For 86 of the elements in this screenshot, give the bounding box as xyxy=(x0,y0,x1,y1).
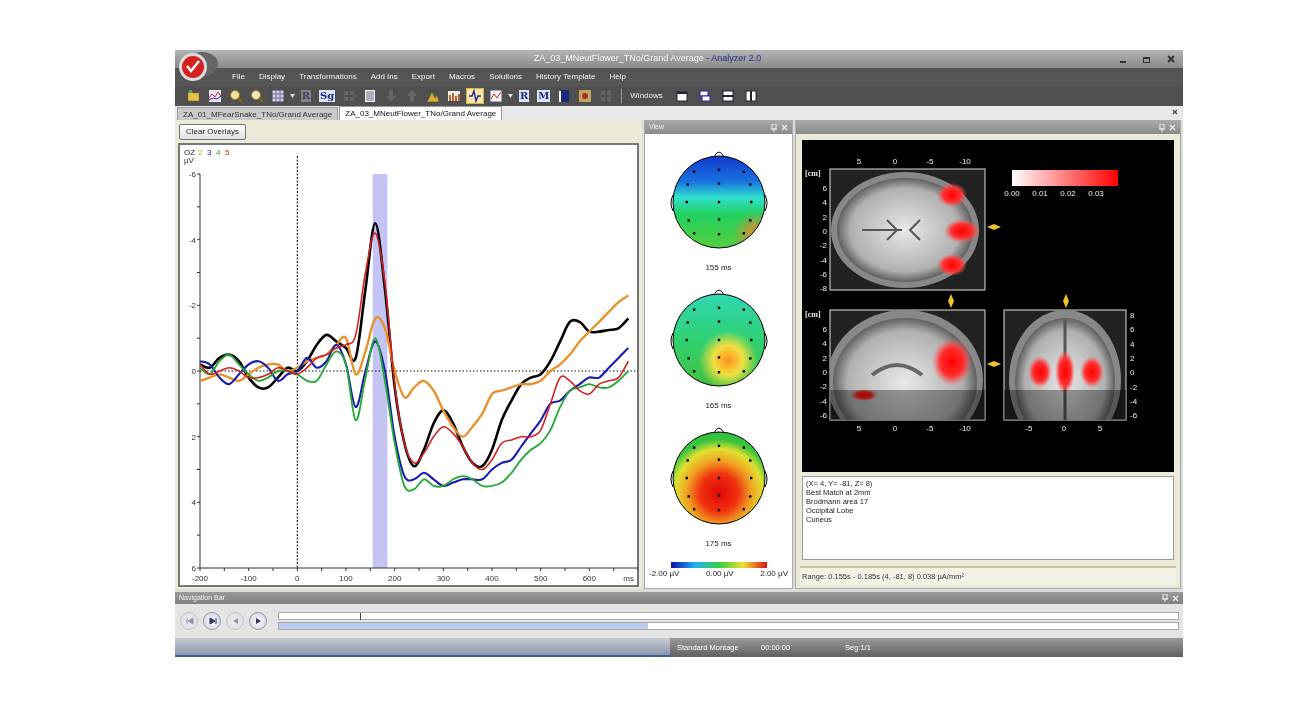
document-tab[interactable]: ZA_01_MFearSnake_TNo/Grand Average xyxy=(177,107,339,120)
map-time-label: 155 ms xyxy=(704,262,733,274)
scale-label: 0.03 xyxy=(1088,189,1104,198)
scale-label: 0.00 µV xyxy=(705,568,734,580)
y-tick-label: -6 xyxy=(819,269,827,279)
scale-label: 0.01 xyxy=(1032,189,1048,198)
clear-overlays-button[interactable]: Clear Overlays xyxy=(179,124,246,140)
y-tick-label: 0 xyxy=(1130,368,1135,378)
menu-item[interactable]: Display xyxy=(251,71,293,83)
y-tick-label: 2 xyxy=(191,432,196,442)
x-tick-label: 400 xyxy=(485,574,499,583)
y-tick-label: -8 xyxy=(819,284,827,294)
legend-label: 2 xyxy=(198,148,203,157)
x-tick-label: -5 xyxy=(926,157,934,166)
y-tick-label: 8 xyxy=(1130,311,1135,320)
legend-label: 3 xyxy=(207,148,212,157)
y-tick-label: -4 xyxy=(819,396,827,406)
x-tick-label: 200 xyxy=(388,574,402,583)
y-tick-label: 6 xyxy=(822,184,827,193)
menu-item[interactable]: Export xyxy=(404,71,442,83)
window-title: ZA_03_MNeutFlower_TNo/Grand Average - Analyzer 2.0 xyxy=(532,52,763,66)
x-tick-label: -10 xyxy=(959,157,971,166)
y-tick-label: 4 xyxy=(822,339,827,349)
y-tick-label: 4 xyxy=(191,498,196,508)
unit-label: [cm] xyxy=(805,169,821,178)
map-time-label: 165 ms xyxy=(704,400,733,412)
menu-item[interactable]: Solutions xyxy=(482,71,530,83)
y-tick-label: -4 xyxy=(1130,396,1138,406)
document-tab[interactable]: ZA_03_MNeutFlower_TNo/Grand Average xyxy=(339,106,503,120)
toolbar-letter-button[interactable]: M xyxy=(535,88,553,104)
x-axis-label: ms xyxy=(623,574,634,583)
x-tick-label: 5 xyxy=(1097,424,1103,433)
y-axis-label: µV xyxy=(184,156,194,165)
x-tick-label: 0 xyxy=(295,574,300,583)
menu-item[interactable]: Macros xyxy=(441,71,483,83)
x-tick-label: -5 xyxy=(926,424,934,433)
scale-label: -2.00 µV xyxy=(649,568,680,580)
y-tick-label: -2 xyxy=(1130,382,1138,392)
y-tick-label: 6 xyxy=(822,325,827,334)
scale-label: 0.02 xyxy=(1060,189,1076,198)
y-tick-label: 2 xyxy=(822,353,827,363)
y-tick-label: 4 xyxy=(1130,339,1135,349)
menu-item[interactable]: Transformations xyxy=(292,71,364,83)
y-tick-label: -2 xyxy=(188,301,196,311)
x-tick-label: 300 xyxy=(436,574,450,583)
x-tick-label: 500 xyxy=(534,574,548,583)
y-tick-label: -2 xyxy=(819,241,827,251)
x-tick-label: 5 xyxy=(856,157,862,166)
x-tick-label: 0 xyxy=(892,157,898,166)
x-tick-label: -200 xyxy=(192,574,208,583)
y-tick-label: -6 xyxy=(188,170,196,179)
x-tick-label: 5 xyxy=(856,424,862,433)
scale-label: 2.00 µV xyxy=(760,568,788,580)
x-tick-label: -10 xyxy=(959,424,971,433)
toolbar-letter-button[interactable]: R xyxy=(516,88,533,104)
unit-label: [cm] xyxy=(805,310,821,319)
legend-label: 5 xyxy=(225,148,230,157)
y-tick-label: 0 xyxy=(191,367,196,376)
y-tick-label: 0 xyxy=(822,226,827,236)
y-tick-label: 2 xyxy=(1130,353,1135,363)
legend-label: 4 xyxy=(216,148,221,157)
y-tick-label: 6 xyxy=(1130,325,1135,335)
map-time-label: 175 ms xyxy=(704,538,733,550)
toolbar-letter-button[interactable]: Sg xyxy=(317,88,338,104)
y-tick-label: 0 xyxy=(822,367,827,377)
y-tick-label: 4 xyxy=(822,198,827,208)
menu-item[interactable]: Add Ins xyxy=(363,71,405,83)
menu-item[interactable]: Help xyxy=(602,71,633,83)
y-tick-label: -2 xyxy=(819,382,827,392)
y-tick-label: 2 xyxy=(822,212,827,222)
menu-item[interactable]: History Template xyxy=(529,71,603,83)
x-tick-label: 0 xyxy=(1061,424,1067,433)
x-tick-label: -100 xyxy=(240,574,257,583)
x-tick-label: 600 xyxy=(582,574,596,583)
scale-label: 0.00 xyxy=(1004,189,1020,198)
menu-item[interactable]: File xyxy=(225,71,252,83)
x-tick-label: -5 xyxy=(1025,424,1033,433)
windows-label: Windows xyxy=(630,90,663,102)
y-tick-label: -4 xyxy=(188,235,196,245)
y-tick-label: -6 xyxy=(1130,411,1138,421)
y-tick-label: -6 xyxy=(819,410,827,420)
y-tick-label: -4 xyxy=(819,255,827,265)
channel-label: OZ xyxy=(184,148,196,157)
x-tick-label: 100 xyxy=(339,574,353,583)
x-tick-label: 0 xyxy=(892,424,898,433)
y-tick-label: 6 xyxy=(191,564,196,573)
